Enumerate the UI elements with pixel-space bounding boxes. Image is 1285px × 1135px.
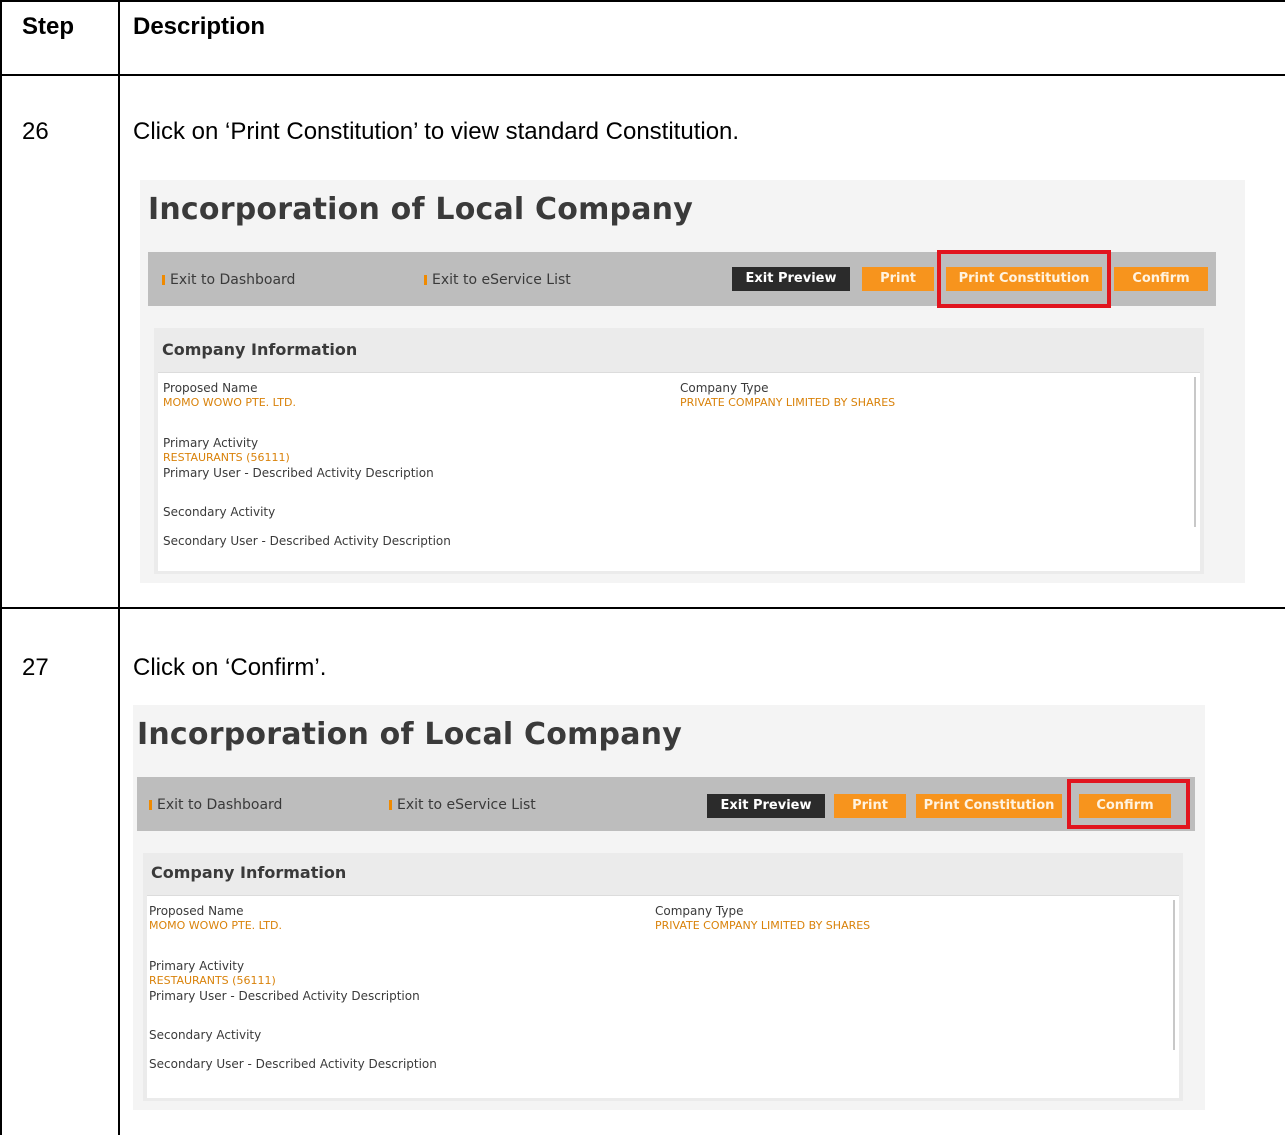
page-title: Incorporation of Local Company	[148, 192, 693, 227]
print-button[interactable]: Print	[862, 267, 934, 291]
secondary-activity-label: Secondary Activity	[163, 505, 276, 519]
proposed-name-value: MOMO WOWO PTE. LTD.	[149, 919, 282, 932]
exit-preview-button[interactable]: Exit Preview	[732, 267, 850, 291]
print-button[interactable]: Print	[834, 794, 906, 818]
header-row-divider	[0, 74, 1285, 76]
page-title: Incorporation of Local Company	[137, 717, 682, 752]
screenshot-step-27: Incorporation of Local Company Exit to D…	[133, 705, 1205, 1110]
header-description: Description	[133, 13, 266, 40]
header-step: Step	[22, 13, 75, 40]
company-type-label: Company Type	[655, 904, 744, 918]
confirm-button[interactable]: Confirm	[1114, 267, 1208, 291]
secondary-user-description: Secondary User - Described Activity Desc…	[163, 534, 451, 548]
highlight-box-print-constitution	[937, 250, 1111, 308]
screenshot-step-26: Incorporation of Local Company Exit to D…	[140, 180, 1245, 583]
step-table: Step Description 26 Click on ‘Print Cons…	[0, 0, 1285, 1135]
print-constitution-button[interactable]: Print Constitution	[916, 794, 1062, 818]
nav-bullet-icon	[149, 800, 152, 810]
secondary-user-description: Secondary User - Described Activity Desc…	[149, 1057, 437, 1071]
table-border-left	[0, 0, 2, 1135]
exit-preview-button[interactable]: Exit Preview	[707, 794, 825, 818]
primary-activity-label: Primary Activity	[149, 959, 245, 973]
step-instruction: Click on ‘Confirm’.	[133, 654, 327, 681]
primary-activity-value: RESTAURANTS (56111)	[163, 451, 290, 464]
highlight-box-confirm	[1067, 779, 1190, 829]
company-type-label: Company Type	[680, 381, 769, 395]
exit-to-dashboard-link[interactable]: Exit to Dashboard	[162, 272, 295, 288]
step-number: 27	[22, 654, 49, 681]
step-instruction: Click on ‘Print Constitution’ to view st…	[133, 118, 740, 145]
primary-user-description: Primary User - Described Activity Descri…	[149, 989, 420, 1003]
proposed-name-label: Proposed Name	[163, 381, 258, 395]
panel-scrollbar[interactable]	[1194, 377, 1196, 527]
company-type-value: PRIVATE COMPANY LIMITED BY SHARES	[680, 396, 896, 409]
company-info-panel: Proposed Name MOMO WOWO PTE. LTD. Compan…	[158, 372, 1200, 571]
primary-activity-label: Primary Activity	[163, 436, 259, 450]
company-information-section: Company Information Proposed Name MOMO W…	[143, 853, 1183, 1101]
exit-to-eservice-list-link[interactable]: Exit to eService List	[424, 272, 571, 288]
nav-bullet-icon	[424, 275, 427, 285]
panel-scrollbar[interactable]	[1173, 900, 1175, 1050]
company-information-section: Company Information Proposed Name MOMO W…	[154, 328, 1204, 574]
primary-activity-value: RESTAURANTS (56111)	[149, 974, 276, 987]
proposed-name-value: MOMO WOWO PTE. LTD.	[163, 396, 296, 409]
exit-to-dashboard-link[interactable]: Exit to Dashboard	[149, 797, 282, 813]
primary-user-description: Primary User - Described Activity Descri…	[163, 466, 434, 480]
table-border-top	[0, 0, 1285, 2]
step-number: 26	[22, 118, 49, 145]
section-title: Company Information	[162, 340, 358, 359]
nav-bullet-icon	[389, 800, 392, 810]
toolbar: Exit to Dashboard Exit to eService List …	[137, 777, 1195, 831]
nav-bullet-icon	[162, 275, 165, 285]
row-divider	[0, 607, 1285, 609]
exit-to-eservice-list-link[interactable]: Exit to eService List	[389, 797, 536, 813]
company-info-panel: Proposed Name MOMO WOWO PTE. LTD. Compan…	[147, 895, 1179, 1098]
secondary-activity-label: Secondary Activity	[149, 1028, 262, 1042]
proposed-name-label: Proposed Name	[149, 904, 244, 918]
company-type-value: PRIVATE COMPANY LIMITED BY SHARES	[655, 919, 871, 932]
column-divider	[118, 0, 120, 1135]
section-title: Company Information	[151, 863, 347, 882]
